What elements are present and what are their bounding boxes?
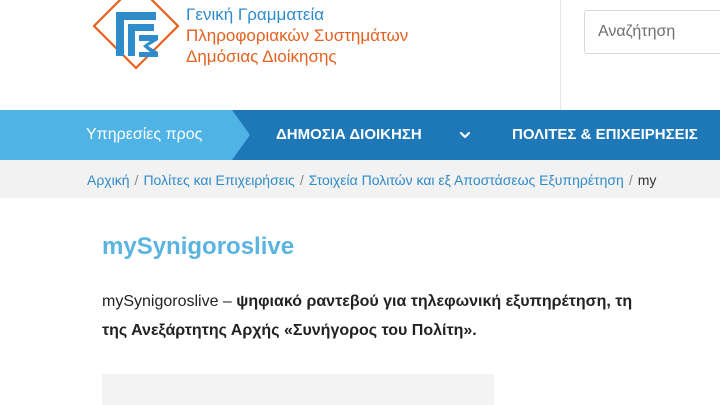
ggpsdd-logo-icon[interactable] [92, 0, 180, 70]
nav-intro-arrow [232, 110, 250, 160]
logo-line-1: Γενική Γραμματεία [186, 5, 325, 24]
paragraph-lead: mySynigoroslive – [102, 293, 237, 310]
breadcrumb-current: my [637, 172, 657, 188]
page-title: mySynigoroslive [102, 233, 295, 260]
paragraph-line-1: mySynigoroslive – ψηφιακό ραντεβού για τ… [102, 287, 720, 316]
breadcrumb: Αρχική / Πολίτες και Επιχειρήσεις / Στοιχεία… [0, 160, 720, 198]
paragraph-bold-2: της Ανεξάρτητης Αρχής «Συνήγορος του Πολ… [102, 322, 477, 339]
search-box[interactable] [584, 10, 720, 54]
breadcrumb-citizen-data[interactable]: Στοιχεία Πολιτών και εξ Αποστάσεως Εξυπη… [309, 172, 624, 188]
site-header: Γενική Γραμματεία Πληροφοριακών Συστημάτ… [0, 0, 720, 110]
chevron-down-icon[interactable] [458, 128, 472, 142]
search-input[interactable] [585, 11, 720, 53]
header-divider [560, 0, 561, 110]
breadcrumb-separator: / [134, 172, 139, 188]
breadcrumb-citizens[interactable]: Πολίτες και Επιχειρήσεις [143, 172, 294, 188]
logo-line-3: Δημόσιας Διοίκησης [186, 47, 337, 66]
breadcrumb-home[interactable]: Αρχική [87, 172, 130, 188]
intro-paragraph: mySynigoroslive – ψηφιακό ραντεβού για τ… [102, 287, 720, 345]
breadcrumb-separator: / [299, 172, 304, 188]
nav-intro-label: Υπηρεσίες προς [86, 126, 203, 143]
paragraph-bold-1: ψηφιακό ραντεβού για τηλεφωνική εξυπηρέτ… [236, 293, 633, 310]
logo-text[interactable]: Γενική Γραμματεία Πληροφοριακών Συστημάτ… [186, 4, 408, 67]
nav-item-public-administration[interactable]: ΔΗΜΟΣΙΑ ΔΙΟΙΚΗΣΗ [276, 126, 422, 143]
nav-intro: Υπηρεσίες προς [0, 110, 232, 160]
main-nav: Υπηρεσίες προς ΔΗΜΟΣΙΑ ΔΙΟΙΚΗΣΗ ΠΟΛΙΤΕΣ … [0, 110, 720, 160]
content-image-placeholder [102, 374, 494, 405]
nav-item-citizens-businesses[interactable]: ΠΟΛΙΤΕΣ & ΕΠΙΧΕΙΡΗΣΕΙΣ [512, 126, 698, 143]
logo-line-2: Πληροφοριακών Συστημάτων [186, 26, 409, 45]
paragraph-line-2: της Ανεξάρτητης Αρχής «Συνήγορος του Πολ… [102, 316, 720, 345]
breadcrumb-separator: / [628, 172, 633, 188]
